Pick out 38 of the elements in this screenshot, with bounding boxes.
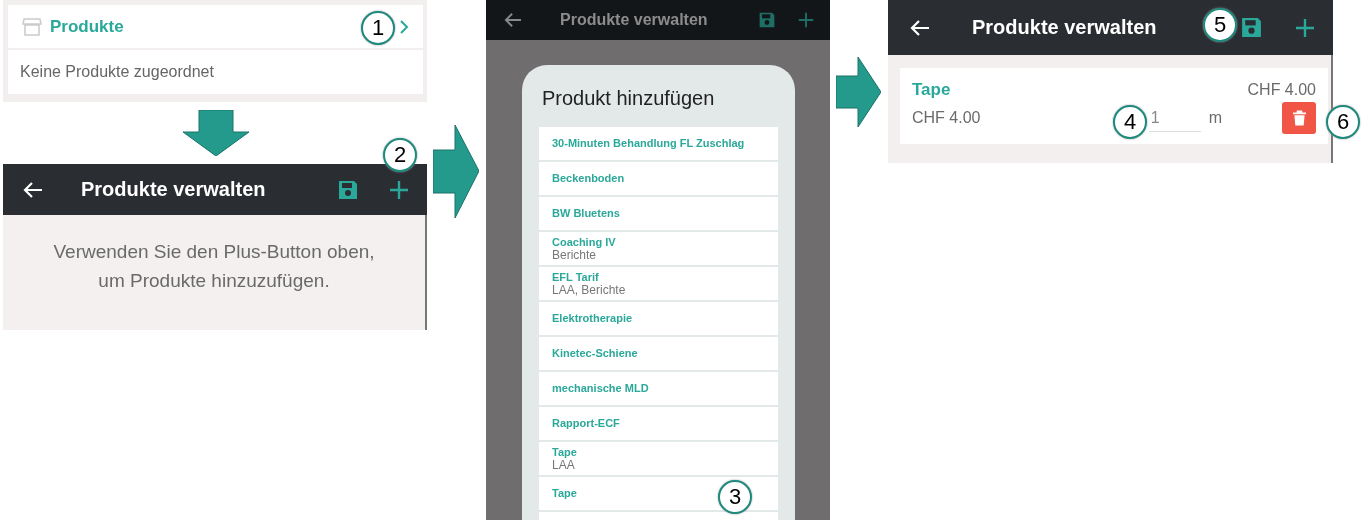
delete-button[interactable] xyxy=(1282,102,1316,134)
product-list-item[interactable]: Coaching IV Berichte xyxy=(539,232,778,265)
dialog-title: Produkt hinzufügen xyxy=(542,87,716,110)
save-icon[interactable] xyxy=(337,178,359,201)
screen-title: Produkte verwalten xyxy=(972,16,1157,39)
product-list-item[interactable]: Beckenboden xyxy=(539,162,778,195)
product-list-item[interactable]: Tape LAA xyxy=(539,442,778,475)
plus-icon[interactable] xyxy=(1295,17,1315,38)
hint-text: Verwenden Sie den Plus-Button oben, um Produkte hinzuzufügen. xyxy=(52,240,376,293)
plus-icon[interactable] xyxy=(389,179,409,200)
chevron-right-icon xyxy=(399,18,409,35)
trash-icon xyxy=(1292,110,1306,126)
step-number-badge: 2 xyxy=(383,138,417,172)
product-list-item[interactable]: BW Bluetens xyxy=(539,197,778,230)
product-list-item[interactable]: 30-Minuten Behandlung FL Zuschlag xyxy=(539,127,778,160)
step-number-badge: 6 xyxy=(1326,105,1360,139)
unit-label: m xyxy=(1208,109,1222,127)
product-name: Tape xyxy=(912,80,951,100)
product-list-item[interactable]: mechanische MLD xyxy=(539,372,778,405)
section-title: Produkte xyxy=(50,16,124,37)
right-arrow xyxy=(836,57,881,127)
save-icon[interactable] xyxy=(1240,16,1263,39)
back-arrow-icon[interactable] xyxy=(910,18,930,37)
empty-message: Keine Produkte zugeordnet xyxy=(20,63,214,81)
product-list-item[interactable]: EFL Tarif LAA, Berichte xyxy=(539,267,778,300)
total-price: CHF 4.00 xyxy=(1247,81,1316,99)
unit-price: CHF 4.00 xyxy=(912,109,981,127)
product-list-item[interactable]: Rapport-ECF xyxy=(539,407,778,440)
product-list-item[interactable]: Elektrotherapie xyxy=(539,302,778,335)
back-arrow-icon xyxy=(504,12,522,28)
plus-icon xyxy=(798,12,814,28)
save-icon xyxy=(758,11,776,29)
screen-title: Produkte verwalten xyxy=(560,11,708,29)
back-arrow-icon[interactable] xyxy=(23,180,43,199)
store-icon xyxy=(22,17,42,36)
screen-title: Produkte verwalten xyxy=(81,178,266,201)
product-list-item[interactable]: Kinetec-Schiene xyxy=(539,337,778,370)
down-arrow xyxy=(183,110,249,156)
